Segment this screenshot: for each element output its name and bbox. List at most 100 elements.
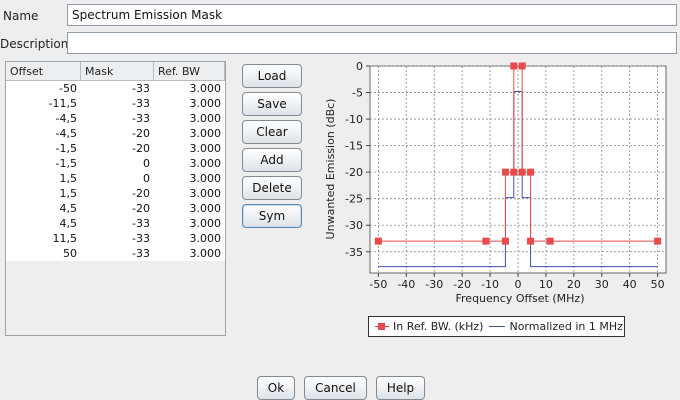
add-button[interactable]: Add (242, 148, 302, 172)
legend-label-ref-bw: In Ref. BW. (kHz) (393, 320, 484, 333)
table-row[interactable]: -11,5 -33 3.000 (6, 96, 225, 111)
mask-point (501, 237, 509, 245)
y-axis-label: Unwanted Emission (dBc) (324, 99, 337, 240)
table-body: -50 -33 3.000 -11,5 -33 3.000 -4,5 -33 3.000 -4,5… (6, 81, 225, 261)
offset-cell: -50 (59, 82, 77, 95)
table-row[interactable]: -1,5 -20 3.000 (6, 141, 225, 156)
column-header-offset[interactable]: Offset (6, 62, 81, 80)
mask-point (518, 168, 526, 176)
plot-area (369, 65, 667, 274)
offset-cell: -11,5 (48, 97, 77, 110)
column-header-mask[interactable]: Mask (81, 62, 154, 80)
ref-bw-cell: 3.000 (189, 127, 222, 140)
offset-cell: 4,5 (59, 217, 78, 230)
x-tick-label: -50 (369, 278, 387, 291)
mask-cell: -33 (132, 82, 150, 95)
mask-point (654, 237, 662, 245)
x-tick-label: 10 (539, 278, 553, 291)
table-row[interactable]: 11,5 -33 3.000 (6, 231, 225, 246)
mask-point (546, 237, 554, 245)
x-tick-label: 40 (623, 278, 637, 291)
table-header: Offset Mask Ref. BW (6, 62, 225, 81)
mask-point (527, 237, 535, 245)
mask-cell: 0 (143, 157, 150, 170)
ref-bw-cell: 3.000 (189, 202, 222, 215)
cancel-button[interactable]: Cancel (304, 376, 367, 400)
legend-line-blue (489, 326, 506, 327)
mask-cell: -20 (132, 202, 150, 215)
description-label: Description (0, 37, 69, 51)
offset-cell: 1,5 (59, 187, 78, 200)
x-tick-label: 0 (515, 278, 522, 291)
ref-bw-cell: 3.000 (189, 217, 222, 230)
y-tick-label: -15 (345, 140, 363, 153)
mask-point (374, 237, 382, 245)
ref-bw-cell: 3.000 (189, 112, 222, 125)
mask-point (510, 62, 518, 70)
ref-bw-cell: 3.000 (189, 142, 222, 155)
mask-cell: -33 (132, 232, 150, 245)
sym-button[interactable]: Sym (242, 204, 302, 228)
y-tick-label: -10 (345, 113, 363, 126)
column-header-ref-bw[interactable]: Ref. BW (154, 62, 225, 80)
name-label: Name (3, 9, 39, 23)
y-tick-label: -25 (345, 193, 363, 206)
delete-button[interactable]: Delete (242, 176, 302, 200)
offset-cell: -4,5 (55, 112, 77, 125)
mask-cell: 0 (143, 172, 150, 185)
table-row[interactable]: 1,5 0 3.000 (6, 171, 225, 186)
table-row[interactable]: -1,5 0 3.000 (6, 156, 225, 171)
table-row[interactable]: 1,5 -20 3.000 (6, 186, 225, 201)
ref-bw-cell: 3.000 (189, 247, 222, 260)
y-tick-label: -35 (345, 246, 363, 259)
mask-point (527, 168, 535, 176)
offset-cell: 4,5 (59, 202, 78, 215)
ref-bw-cell: 3.000 (189, 82, 222, 95)
y-tick-label: -5 (352, 87, 363, 100)
legend-marker-red (375, 322, 389, 332)
x-tick-label: 30 (595, 278, 609, 291)
ref-bw-cell: 3.000 (189, 172, 222, 185)
mask-point (518, 62, 526, 70)
help-button[interactable]: Help (376, 376, 425, 400)
mask-cell: -33 (132, 217, 150, 230)
mask-cell: -33 (132, 97, 150, 110)
ref-bw-cell: 3.000 (189, 232, 222, 245)
offset-cell: 11,5 (52, 232, 78, 245)
offset-cell: -1,5 (55, 142, 77, 155)
mask-point (482, 237, 490, 245)
mask-cell: -33 (132, 112, 150, 125)
legend-label-normalized: Normalized in 1 MHz (509, 320, 623, 333)
mask-point (510, 168, 518, 176)
description-field[interactable] (67, 32, 677, 54)
emission-mask-chart: -50 -40 -30 -20 -10 0 10 20 30 40 50 0-5-10-15-20-… (324, 60, 667, 305)
mask-cell: -33 (132, 247, 150, 260)
clear-button[interactable]: Clear (242, 120, 302, 144)
mask-cell: -20 (132, 127, 150, 140)
offset-cell: 50 (63, 247, 77, 260)
mask-point (501, 168, 509, 176)
ref-bw-cell: 3.000 (189, 157, 222, 170)
y-tick-label: 0 (356, 60, 363, 73)
table-row[interactable]: 50 -33 3.000 (6, 246, 225, 261)
table-row[interactable]: -50 -33 3.000 (6, 81, 225, 96)
x-tick-label: -40 (397, 278, 415, 291)
x-tick-label: -30 (425, 278, 443, 291)
chart-legend: In Ref. BW. (kHz) Normalized in 1 MHz (368, 316, 625, 337)
ref-bw-cell: 3.000 (189, 187, 222, 200)
x-tick-label: 20 (567, 278, 581, 291)
y-axis: 0 -5 -10 -15 -20 -25 -30 -35 (345, 60, 370, 259)
name-field[interactable] (67, 4, 677, 26)
x-axis: -50 -40 -30 -20 -10 0 10 20 30 40 50 (369, 273, 665, 291)
y-tick-label: -30 (345, 219, 363, 232)
load-button[interactable]: Load (242, 64, 302, 88)
ref-bw-cell: 3.000 (189, 97, 222, 110)
table-row[interactable]: 4,5 -33 3.000 (6, 216, 225, 231)
save-button[interactable]: Save (242, 92, 302, 116)
table-row[interactable]: -4,5 -20 3.000 (6, 126, 225, 141)
table-row[interactable]: 4,5 -20 3.000 (6, 201, 225, 216)
ok-button[interactable]: Ok (257, 376, 295, 400)
table-row[interactable]: -4,5 -33 3.000 (6, 111, 225, 126)
x-axis-label: Frequency Offset (MHz) (456, 292, 585, 305)
y-tick-label: -20 (345, 166, 363, 179)
